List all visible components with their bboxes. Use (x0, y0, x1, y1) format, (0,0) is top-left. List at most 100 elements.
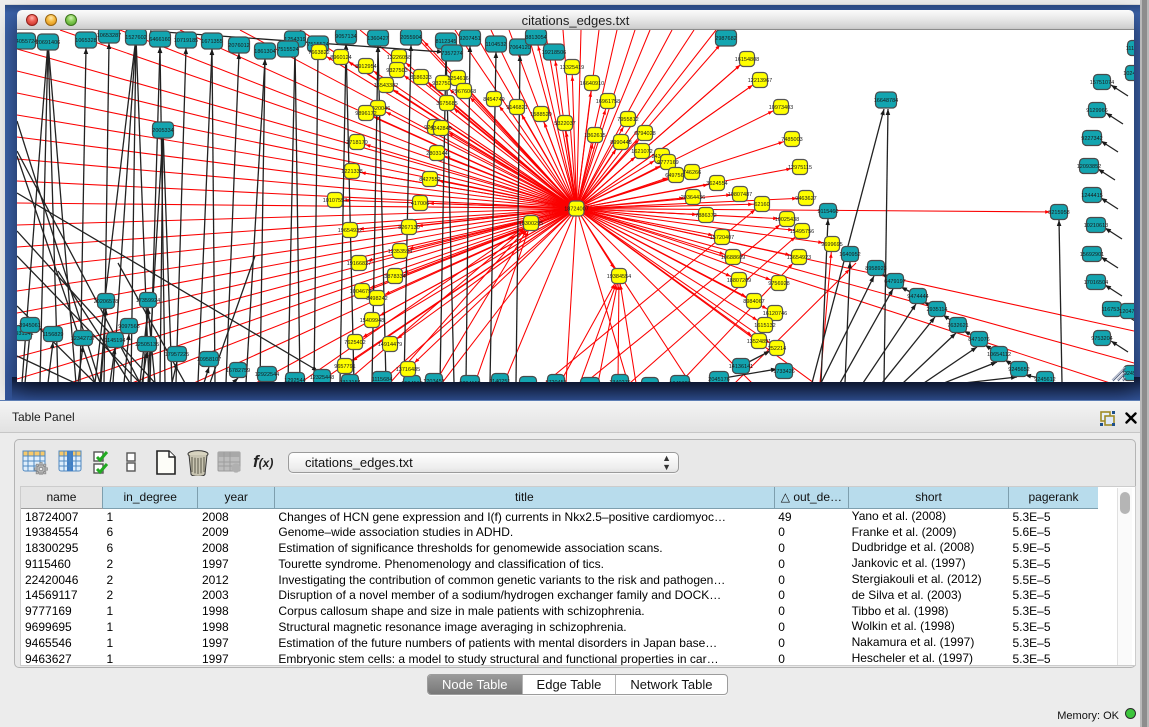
svg-text:3624554: 3624554 (706, 181, 727, 187)
svg-text:1244415: 1244415 (1081, 193, 1102, 199)
svg-text:9313154: 9313154 (339, 380, 360, 382)
svg-text:16961758: 16961758 (596, 99, 620, 105)
svg-text:29676068: 29676068 (452, 89, 476, 95)
svg-text:17957225: 17957225 (165, 352, 189, 358)
svg-text:9699695: 9699695 (821, 242, 842, 248)
svg-text:8912954: 8912954 (355, 64, 376, 70)
svg-text:13716485: 13716485 (396, 367, 420, 373)
svg-text:20364436: 20364436 (681, 195, 705, 201)
svg-text:8990448: 8990448 (610, 140, 631, 146)
svg-text:2718170: 2718170 (346, 140, 367, 146)
svg-text:7886372: 7886372 (695, 213, 716, 219)
svg-text:2045176: 2045176 (708, 377, 729, 382)
svg-text:16782759: 16782759 (226, 368, 250, 374)
svg-text:9474444: 9474444 (907, 294, 928, 300)
svg-text:9245652: 9245652 (1008, 367, 1029, 373)
svg-text:9753204: 9753204 (1091, 336, 1112, 342)
svg-text:10958107: 10958107 (197, 357, 221, 363)
svg-text:20691406: 20691406 (36, 40, 60, 46)
svg-text:12213967: 12213967 (748, 78, 772, 84)
svg-text:7663822: 7663822 (308, 50, 329, 56)
svg-text:1340276: 1340276 (609, 380, 630, 382)
svg-text:8958923: 8958923 (865, 266, 886, 272)
svg-text:17016504: 17016504 (1084, 280, 1108, 286)
svg-text:10654112: 10654112 (987, 352, 1011, 358)
svg-text:3945061: 3945061 (19, 323, 40, 329)
svg-text:12975115: 12975115 (788, 165, 812, 171)
svg-text:2803144: 2803144 (426, 151, 447, 157)
svg-text:1640952: 1640952 (839, 252, 860, 258)
svg-text:1861304: 1861304 (254, 49, 275, 55)
svg-text:10807487: 10807487 (728, 192, 752, 198)
svg-text:9777169: 9777169 (657, 160, 678, 166)
svg-text:2987682: 2987682 (715, 36, 736, 42)
svg-text:252214: 252214 (768, 346, 786, 352)
svg-text:18724007: 18724007 (564, 206, 588, 212)
svg-text:7625402: 7625402 (344, 340, 365, 346)
svg-text:1156829: 1156829 (42, 332, 63, 338)
svg-text:9227342: 9227342 (1081, 136, 1102, 142)
svg-text:12922544: 12922544 (255, 372, 279, 378)
svg-text:9242848: 9242848 (430, 126, 451, 132)
svg-text:1024517: 1024517 (1123, 71, 1134, 77)
svg-text:16648784: 16648784 (874, 98, 898, 104)
svg-text:19384554: 19384554 (607, 274, 631, 280)
svg-text:15751074: 15751074 (1090, 80, 1114, 86)
svg-text:12353594: 12353594 (388, 249, 412, 255)
svg-text:17359924: 17359924 (136, 298, 160, 304)
svg-text:5322037: 5322037 (554, 121, 575, 127)
svg-text:9756928: 9756928 (768, 281, 789, 287)
svg-text:2935114: 2935114 (926, 307, 947, 313)
svg-text:7064120: 7064120 (509, 45, 530, 51)
svg-text:13226058: 13226058 (387, 55, 411, 61)
svg-text:16120746: 16120746 (763, 311, 787, 317)
svg-text:9327503: 9327503 (386, 68, 407, 74)
svg-text:3675685: 3675685 (436, 101, 457, 107)
svg-text:16640910: 16640910 (580, 81, 604, 87)
svg-text:7515524: 7515524 (277, 47, 298, 53)
svg-text:1292544: 1292544 (284, 378, 305, 382)
svg-text:3498242: 3498242 (366, 296, 387, 302)
svg-text:62160: 62160 (754, 202, 769, 208)
svg-text:15409948: 15409948 (360, 318, 384, 324)
svg-text:1588520: 1588520 (530, 112, 551, 118)
svg-text:1360427: 1360427 (367, 36, 388, 42)
svg-text:1045327: 1045327 (669, 381, 690, 382)
svg-text:12342737: 12342737 (71, 336, 95, 342)
svg-text:1145194: 1145194 (104, 338, 125, 344)
svg-text:10719185: 10719185 (174, 38, 198, 44)
svg-text:417006: 417006 (411, 201, 429, 207)
svg-text:7357274: 7357274 (441, 51, 462, 57)
svg-text:10688609: 10688609 (721, 255, 745, 261)
svg-text:19654932: 19654932 (338, 228, 362, 234)
svg-text:9057134: 9057134 (335, 34, 356, 40)
svg-text:12325448: 12325448 (310, 375, 334, 381)
svg-text:1254616: 1254616 (447, 76, 468, 82)
svg-text:1065328: 1065328 (75, 38, 96, 44)
svg-text:15720407: 15720407 (710, 235, 734, 241)
svg-text:1115684: 1115684 (372, 377, 393, 382)
svg-text:6466160: 6466160 (149, 37, 170, 43)
svg-text:2005334: 2005334 (152, 128, 173, 134)
svg-text:10210613: 10210613 (1084, 223, 1108, 229)
svg-text:9129966: 9129966 (1086, 108, 1107, 114)
svg-text:1221338: 1221338 (341, 169, 362, 175)
svg-text:9204155: 9204155 (459, 381, 480, 382)
svg-text:9245612: 9245612 (1034, 377, 1055, 382)
svg-text:9115460: 9115460 (817, 209, 838, 215)
svg-text:8112345: 8112345 (435, 39, 456, 45)
svg-text:10025438: 10025438 (775, 217, 799, 223)
svg-text:14136141: 14136141 (729, 364, 753, 370)
svg-text:8186323: 8186323 (410, 75, 431, 81)
svg-text:8427552: 8427552 (419, 177, 440, 183)
svg-text:12505135: 12505135 (135, 342, 159, 348)
svg-text:1203451: 1203451 (423, 379, 444, 382)
svg-text:1204765: 1204765 (1119, 309, 1134, 315)
svg-text:1362615: 1362615 (584, 133, 605, 139)
svg-text:15692901: 15692901 (1080, 252, 1104, 258)
svg-text:1112045: 1112045 (1126, 46, 1134, 52)
svg-text:13325419: 13325419 (560, 65, 584, 71)
svg-text:8454749: 8454749 (483, 97, 504, 103)
svg-text:2055904: 2055904 (400, 35, 421, 41)
svg-text:19218506: 19218506 (542, 50, 566, 56)
